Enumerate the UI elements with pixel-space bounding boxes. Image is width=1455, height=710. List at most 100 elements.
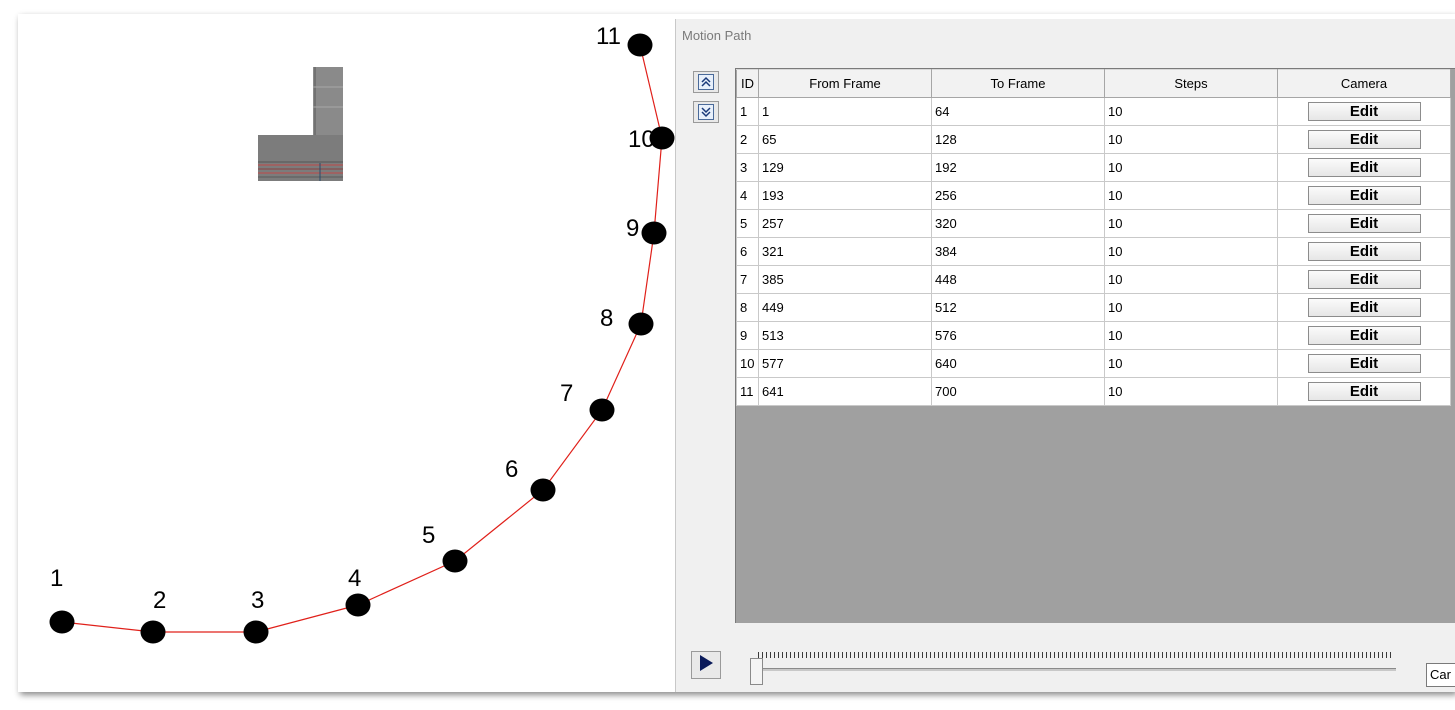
- cell-steps[interactable]: 10: [1104, 265, 1278, 294]
- cell-to-frame[interactable]: 192: [931, 153, 1105, 182]
- cell-to-frame[interactable]: 384: [931, 237, 1105, 266]
- cell-from-frame[interactable]: 65: [758, 125, 932, 154]
- cell-to-frame[interactable]: 448: [931, 265, 1105, 294]
- cell-id[interactable]: 1: [736, 97, 759, 126]
- cell-steps[interactable]: 10: [1104, 349, 1278, 378]
- cell-steps[interactable]: 10: [1104, 97, 1278, 126]
- edit-camera-button[interactable]: Edit: [1307, 130, 1421, 149]
- edit-camera-button[interactable]: Edit: [1307, 326, 1421, 345]
- cell-from-frame[interactable]: 321: [758, 237, 932, 266]
- cell-to-frame[interactable]: 320: [931, 209, 1105, 238]
- play-button[interactable]: [691, 651, 721, 679]
- timeline-slider-thumb[interactable]: [750, 658, 763, 685]
- cell-steps[interactable]: 10: [1104, 293, 1278, 322]
- table-row[interactable]: 9 513 576 10 Edit: [736, 321, 1451, 350]
- edit-camera-button[interactable]: Edit: [1307, 354, 1421, 373]
- panel-title: Motion Path: [682, 28, 752, 43]
- camera-field[interactable]: Car: [1426, 663, 1455, 687]
- column-header-from-frame[interactable]: From Frame: [758, 69, 932, 98]
- cell-camera: Edit: [1277, 97, 1451, 126]
- column-header-to-frame[interactable]: To Frame: [931, 69, 1105, 98]
- column-header-steps[interactable]: Steps: [1104, 69, 1278, 98]
- cell-from-frame[interactable]: 385: [758, 265, 932, 294]
- edit-camera-button[interactable]: Edit: [1307, 270, 1421, 289]
- timeline-slider-track[interactable]: [756, 668, 1396, 671]
- cell-from-frame[interactable]: 193: [758, 181, 932, 210]
- cell-from-frame[interactable]: 129: [758, 153, 932, 182]
- cell-id[interactable]: 11: [736, 377, 759, 406]
- move-down-button[interactable]: [693, 101, 719, 123]
- cell-from-frame[interactable]: 641: [758, 377, 932, 406]
- cell-to-frame[interactable]: 700: [931, 377, 1105, 406]
- path-keypoint[interactable]: [345, 593, 371, 617]
- cell-id[interactable]: 3: [736, 153, 759, 182]
- table-row[interactable]: 11 641 700 10 Edit: [736, 377, 1451, 406]
- cell-from-frame[interactable]: 577: [758, 349, 932, 378]
- table-row[interactable]: 7 385 448 10 Edit: [736, 265, 1451, 294]
- cell-steps[interactable]: 10: [1104, 321, 1278, 350]
- path-keypoint[interactable]: [589, 398, 615, 422]
- table-row[interactable]: 5 257 320 10 Edit: [736, 209, 1451, 238]
- path-keypoint-label: 7: [560, 380, 573, 407]
- cell-id[interactable]: 9: [736, 321, 759, 350]
- double-down-arrow-icon: [698, 104, 714, 120]
- table-row[interactable]: 8 449 512 10 Edit: [736, 293, 1451, 322]
- cell-id[interactable]: 10: [736, 349, 759, 378]
- path-keypoint[interactable]: [627, 33, 653, 57]
- cell-from-frame[interactable]: 513: [758, 321, 932, 350]
- cell-id[interactable]: 8: [736, 293, 759, 322]
- path-keypoint[interactable]: [442, 549, 468, 573]
- path-keypoint-label: 9: [626, 215, 639, 242]
- cell-steps[interactable]: 10: [1104, 377, 1278, 406]
- path-keypoint[interactable]: [641, 221, 667, 245]
- cell-to-frame[interactable]: 256: [931, 181, 1105, 210]
- path-keypoint[interactable]: [628, 312, 654, 336]
- cell-from-frame[interactable]: 1: [758, 97, 932, 126]
- cell-from-frame[interactable]: 257: [758, 209, 932, 238]
- keyframe-grid: ID From Frame To Frame Steps Camera 1 1 64…: [735, 68, 1455, 623]
- edit-camera-button[interactable]: Edit: [1307, 158, 1421, 177]
- cell-to-frame[interactable]: 512: [931, 293, 1105, 322]
- cell-to-frame[interactable]: 64: [931, 97, 1105, 126]
- cell-id[interactable]: 5: [736, 209, 759, 238]
- path-keypoint-label: 10: [628, 126, 655, 153]
- edit-camera-button[interactable]: Edit: [1307, 298, 1421, 317]
- table-row[interactable]: 1 1 64 10 Edit: [736, 97, 1451, 126]
- table-row[interactable]: 10 577 640 10 Edit: [736, 349, 1451, 378]
- path-keypoint[interactable]: [140, 620, 166, 644]
- cell-to-frame[interactable]: 576: [931, 321, 1105, 350]
- table-row[interactable]: 2 65 128 10 Edit: [736, 125, 1451, 154]
- cell-camera: Edit: [1277, 209, 1451, 238]
- path-keypoint-label: 2: [153, 587, 166, 614]
- keyframe-table: ID From Frame To Frame Steps Camera 1 1 64…: [736, 69, 1451, 406]
- edit-camera-button[interactable]: Edit: [1307, 242, 1421, 261]
- timeline-ticks: [758, 652, 1392, 658]
- cell-to-frame[interactable]: 640: [931, 349, 1105, 378]
- cell-id[interactable]: 4: [736, 181, 759, 210]
- table-row[interactable]: 4 193 256 10 Edit: [736, 181, 1451, 210]
- edit-camera-button[interactable]: Edit: [1307, 186, 1421, 205]
- cell-id[interactable]: 2: [736, 125, 759, 154]
- path-keypoint-label: 8: [600, 305, 613, 332]
- cell-steps[interactable]: 10: [1104, 181, 1278, 210]
- cell-to-frame[interactable]: 128: [931, 125, 1105, 154]
- column-header-camera[interactable]: Camera: [1277, 69, 1451, 98]
- edit-camera-button[interactable]: Edit: [1307, 214, 1421, 233]
- cell-steps[interactable]: 10: [1104, 209, 1278, 238]
- path-keypoint[interactable]: [243, 620, 269, 644]
- column-header-id[interactable]: ID: [736, 69, 759, 98]
- cell-id[interactable]: 6: [736, 237, 759, 266]
- table-row[interactable]: 6 321 384 10 Edit: [736, 237, 1451, 266]
- table-row[interactable]: 3 129 192 10 Edit: [736, 153, 1451, 182]
- cell-steps[interactable]: 10: [1104, 125, 1278, 154]
- cell-id[interactable]: 7: [736, 265, 759, 294]
- path-keypoint[interactable]: [530, 478, 556, 502]
- cell-from-frame[interactable]: 449: [758, 293, 932, 322]
- move-up-button[interactable]: [693, 71, 719, 93]
- path-keypoint-label: 3: [251, 587, 264, 614]
- cell-steps[interactable]: 10: [1104, 237, 1278, 266]
- edit-camera-button[interactable]: Edit: [1307, 102, 1421, 121]
- edit-camera-button[interactable]: Edit: [1307, 382, 1421, 401]
- path-keypoint[interactable]: [49, 610, 75, 634]
- cell-steps[interactable]: 10: [1104, 153, 1278, 182]
